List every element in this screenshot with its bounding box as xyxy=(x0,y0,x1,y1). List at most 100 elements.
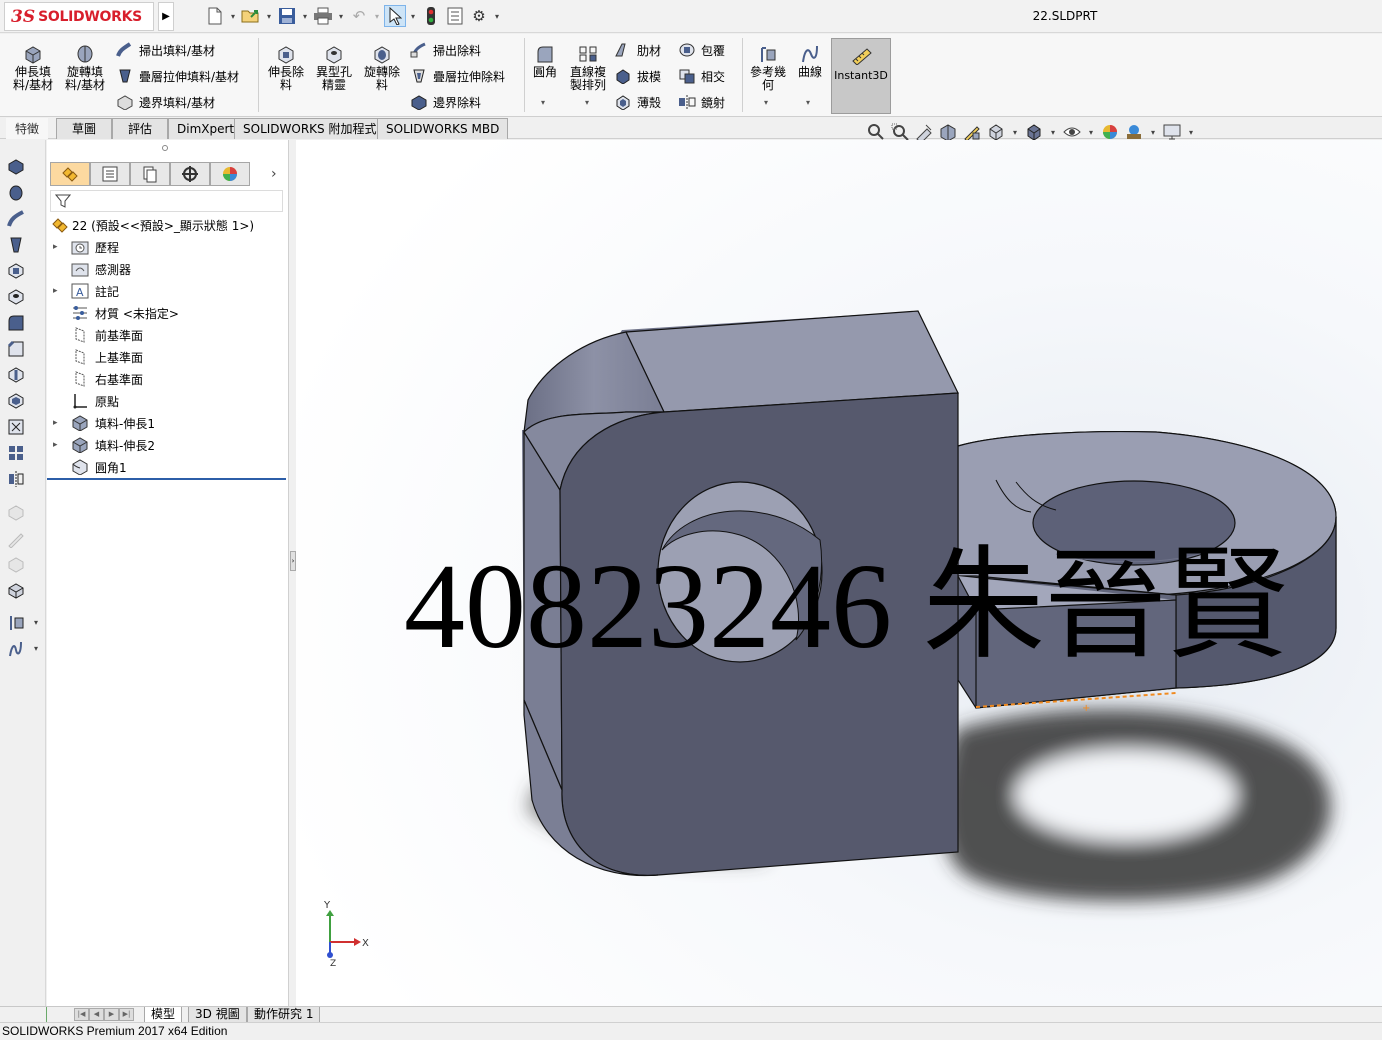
expand-arrow-icon[interactable]: ▸ xyxy=(53,440,58,450)
tree-item[interactable]: ▸ 歷程 xyxy=(47,236,288,258)
open-icon[interactable] xyxy=(240,5,262,27)
previous-view-icon[interactable] xyxy=(914,122,934,142)
extruded-cut-button[interactable]: 伸長除 料 xyxy=(264,44,308,92)
view-settings-dropdown-icon[interactable]: ▾ xyxy=(1186,128,1196,137)
rollback-bar[interactable] xyxy=(47,478,286,480)
tab-mbd[interactable]: SOLIDWORKS MBD xyxy=(377,118,509,139)
tree-item[interactable]: 原點 xyxy=(47,390,288,412)
tab-evaluate[interactable]: 評估 xyxy=(112,118,168,139)
revolved-cut-button[interactable]: 旋轉除 料 xyxy=(360,44,404,92)
dimxpert-manager-tab[interactable] xyxy=(170,162,210,186)
new-dropdown-icon[interactable]: ▾ xyxy=(228,12,238,21)
tree-item[interactable]: ▸ 填料-伸長1 xyxy=(47,412,288,434)
curves-shortcut-icon[interactable] xyxy=(5,638,27,660)
draft-button[interactable]: 拔模 xyxy=(614,66,661,86)
file-properties-icon[interactable] xyxy=(444,5,466,27)
save-dropdown-icon[interactable]: ▾ xyxy=(300,12,310,21)
curves-shortcut-dropdown-icon[interactable]: ▾ xyxy=(34,644,38,653)
hide-show-dropdown-icon[interactable]: ▾ xyxy=(1086,128,1096,137)
menu-expand-arrow-icon[interactable]: ▶ xyxy=(158,2,174,31)
next-tab-icon[interactable]: ▶ xyxy=(104,1008,119,1021)
extruded-cut-shortcut-icon[interactable] xyxy=(5,260,27,282)
expand-arrow-icon[interactable]: ▸ xyxy=(53,242,58,252)
tree-filter[interactable] xyxy=(50,190,283,212)
dynamic-annotation-views-icon[interactable] xyxy=(962,122,982,142)
panel-splitter[interactable]: › xyxy=(288,140,296,1006)
tab-features[interactable]: 特徵 xyxy=(6,118,49,139)
section-view-icon[interactable] xyxy=(938,122,958,142)
boss-extrude-button[interactable]: 伸長填 料/基材 xyxy=(8,44,58,92)
tree-root[interactable]: 22 (預設<<預設>_顯示狀態 1>) xyxy=(47,214,288,236)
tab-sketch[interactable]: 草圖 xyxy=(56,118,112,139)
boundary-cut-button[interactable]: 邊界除料 xyxy=(410,92,481,112)
tree-item[interactable]: ▸ 填料-伸長2 xyxy=(47,434,288,456)
view-settings-icon[interactable] xyxy=(1162,122,1182,142)
shell-button[interactable]: 薄殼 xyxy=(614,92,661,112)
tab-model[interactable]: 模型 xyxy=(144,1007,183,1023)
shell-shortcut-icon[interactable] xyxy=(5,390,27,412)
reference-geometry-shortcut-icon[interactable] xyxy=(5,612,27,634)
chamfer-shortcut-icon[interactable] xyxy=(5,338,27,360)
tree-item[interactable]: 前基準面 xyxy=(47,324,288,346)
tree-item[interactable]: 材質 <未指定> xyxy=(47,302,288,324)
feature-shortcut-icon[interactable] xyxy=(5,580,27,602)
hole-wizard-button[interactable]: 異型孔 精靈 xyxy=(312,44,356,92)
apply-scene-icon[interactable] xyxy=(1124,122,1144,142)
tree-item[interactable]: ▸ A 註記 xyxy=(47,280,288,302)
lofted-cut-button[interactable]: 疊層拉伸除料 xyxy=(410,66,505,86)
display-manager-tab[interactable] xyxy=(210,162,250,186)
hole-shortcut-icon[interactable] xyxy=(5,286,27,308)
view-orientation-icon[interactable] xyxy=(986,122,1006,142)
panel-grip-icon[interactable] xyxy=(162,145,168,151)
rebuild-icon[interactable] xyxy=(420,5,442,27)
zoom-to-area-icon[interactable] xyxy=(890,122,910,142)
mirror-shortcut-icon[interactable] xyxy=(5,468,27,490)
undo-icon[interactable]: ↶ xyxy=(348,5,370,27)
swept-cut-button[interactable]: 掃出除料 xyxy=(410,40,481,60)
curves-button[interactable]: 曲線 xyxy=(794,44,826,79)
print-dropdown-icon[interactable]: ▾ xyxy=(336,12,346,21)
lofted-boss-button[interactable]: 疊層拉伸填料/基材 xyxy=(116,66,239,86)
graphics-area[interactable]: + 40823246 朱晉賢 Y X Z xyxy=(296,140,1382,1006)
tree-item[interactable]: 右基準面 xyxy=(47,368,288,390)
display-style-icon[interactable] xyxy=(1024,122,1044,142)
draft-shortcut-icon[interactable] xyxy=(5,416,27,438)
sweep-shortcut-icon[interactable] xyxy=(5,208,27,230)
curves-dropdown-icon[interactable]: ▾ xyxy=(806,98,810,107)
fillet-button[interactable]: 圓角 xyxy=(530,44,560,79)
tree-item[interactable]: 上基準面 xyxy=(47,346,288,368)
print-icon[interactable] xyxy=(312,5,334,27)
reference-geometry-button[interactable]: 參考幾 何 xyxy=(746,44,790,92)
fillet-dropdown-icon[interactable]: ▾ xyxy=(541,98,545,107)
revolve-boss-button[interactable]: 旋轉填 料/基材 xyxy=(62,44,108,92)
apply-scene-dropdown-icon[interactable]: ▾ xyxy=(1148,128,1158,137)
linear-pattern-button[interactable]: 直線複 製排列 xyxy=(566,44,610,92)
edit-appearance-icon[interactable] xyxy=(1100,122,1120,142)
hide-show-items-icon[interactable] xyxy=(1062,122,1082,142)
display-style-dropdown-icon[interactable]: ▾ xyxy=(1048,128,1058,137)
rib-shortcut-icon[interactable] xyxy=(5,364,27,386)
instant3d-button[interactable]: Instant3D xyxy=(831,38,891,114)
feature-manager-tab[interactable] xyxy=(50,162,90,186)
select-dropdown-icon[interactable]: ▾ xyxy=(408,12,418,21)
first-tab-icon[interactable]: |◀ xyxy=(74,1008,89,1021)
tab-addins[interactable]: SOLIDWORKS 附加程式 xyxy=(234,118,386,139)
swept-boss-button[interactable]: 掃出填料/基材 xyxy=(116,40,215,60)
tab-3d-views[interactable]: 3D 視圖 xyxy=(188,1007,247,1023)
property-manager-tab[interactable] xyxy=(90,162,130,186)
new-icon[interactable] xyxy=(204,5,226,27)
boss-extrude-shortcut-icon[interactable] xyxy=(5,156,27,178)
select-icon[interactable] xyxy=(384,5,406,27)
more-tabs-chevron-icon[interactable]: › xyxy=(271,166,277,182)
expand-arrow-icon[interactable]: ▸ xyxy=(53,286,58,296)
tree-item[interactable]: 感測器 xyxy=(47,258,288,280)
reference-geometry-dropdown-icon[interactable]: ▾ xyxy=(764,98,768,107)
tab-motion-study[interactable]: 動作研究 1 xyxy=(247,1007,321,1023)
prev-tab-icon[interactable]: ◀ xyxy=(89,1008,104,1021)
linear-pattern-dropdown-icon[interactable]: ▾ xyxy=(585,98,589,107)
save-icon[interactable] xyxy=(276,5,298,27)
reference-geometry-shortcut-dropdown-icon[interactable]: ▾ xyxy=(34,618,38,627)
rib-button[interactable]: 肋材 xyxy=(614,40,661,60)
pattern-shortcut-icon[interactable] xyxy=(5,442,27,464)
configuration-manager-tab[interactable] xyxy=(130,162,170,186)
